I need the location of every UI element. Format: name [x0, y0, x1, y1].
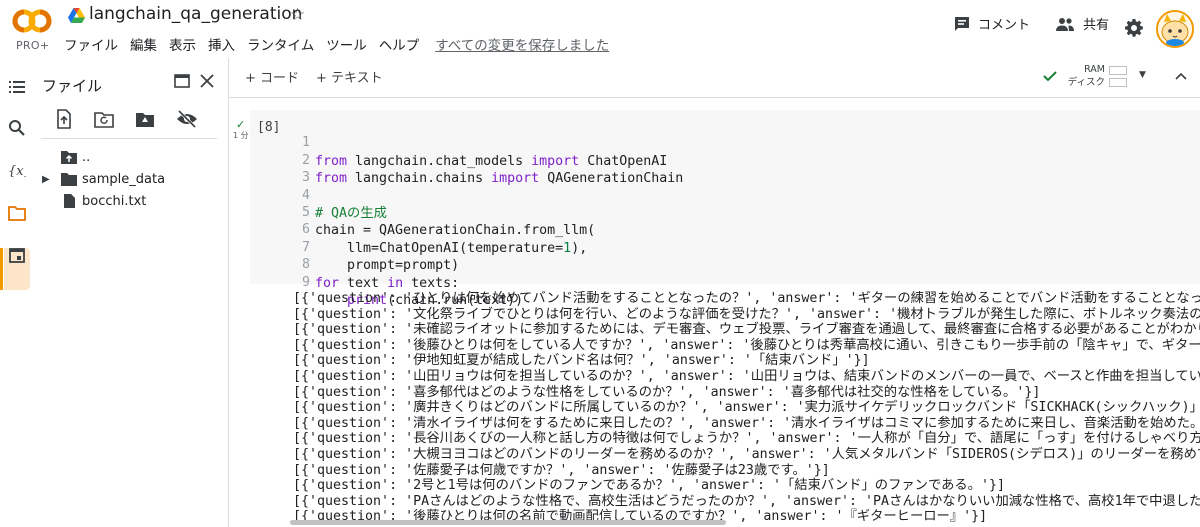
run-duration: 1 分 — [233, 131, 249, 140]
line-number: 8 — [301, 257, 310, 273]
menu-view[interactable]: 表示 — [169, 34, 196, 54]
output-line: [{'question': '廣井きくりはどのバンドに所属しているのか？', '… — [293, 400, 1200, 416]
comment-button[interactable]: コメント — [954, 14, 1030, 33]
output-line: [{'question': '長谷川あくびの一人称と話し方の特徴は何でしょうか？… — [293, 431, 1200, 447]
code-text: llm=ChatOpenAI(temperature=1), — [315, 240, 588, 256]
share-button[interactable]: 共有 — [1055, 14, 1109, 33]
code-line: 7 prompt=prompt) — [0, 222, 459, 273]
panel-title: ファイル — [42, 77, 103, 95]
line-number: 2 — [301, 152, 310, 168]
tree-item-sample-data[interactable]: ▶ sample_data — [33, 168, 229, 190]
output-line: [{'question': '佐藤愛子は何歳ですか？', 'answer': '… — [293, 462, 830, 478]
notebook-toolbar: + コード + テキスト RAM ディスク ▼ — [229, 58, 1200, 98]
runtime-dropdown-icon[interactable]: ▼ — [1139, 70, 1146, 80]
folder-icon — [61, 173, 77, 186]
cat-avatar-icon — [1158, 12, 1192, 46]
close-icon[interactable] — [199, 73, 215, 89]
code-text: chain = QAGenerationChain.from_llm( — [315, 223, 596, 239]
output-horizontal-scrollbar[interactable] — [290, 520, 726, 525]
code-comment: # QAの生成 — [315, 206, 387, 221]
mount-drive-icon[interactable] — [134, 108, 156, 130]
code-line: 2 from langchain.chains import QAGenerat… — [0, 135, 683, 186]
output-line: [{'question': 'PAさんはどのような性格で、高校生活はどうだったの… — [293, 493, 1200, 509]
tree-label-parent: .. — [82, 149, 91, 165]
menu-help[interactable]: ヘルプ — [379, 34, 420, 54]
code-line: 4 # QAの生成 — [0, 170, 387, 221]
resource-labels[interactable]: RAM ディスク — [1063, 63, 1105, 89]
colab-logo[interactable]: PRO+ — [12, 8, 52, 52]
output-line: [{'question': '伊地知虹夏が結成したバンド名は何？', 'answ… — [293, 353, 870, 369]
code-line: 5 chain = QAGenerationChain.from_llm( — [0, 188, 595, 238]
code-text: prompt=prompt) — [315, 258, 460, 274]
google-drive-icon[interactable] — [68, 8, 85, 23]
tree-label-bocchi: bocchi.txt — [82, 193, 147, 209]
share-label: 共有 — [1083, 18, 1110, 33]
disk-usage-bar[interactable] — [1109, 78, 1127, 87]
output-line: [{'question': '喜多郁代はどのような性格をしているのか？', 'a… — [293, 384, 1041, 400]
line-number: 1 — [301, 135, 310, 151]
code-line: 3 — [0, 153, 310, 185]
line-number: 7 — [301, 239, 310, 255]
output-line: [{'question': '山田リョウは何を担当しているのか？', 'answ… — [293, 369, 1200, 384]
tree-item-bocchi[interactable]: bocchi.txt — [33, 190, 229, 212]
parent-folder-icon — [61, 151, 77, 164]
menu-bar: ファイル 編集 表示 挿入 ランタイム ツール ヘルプ すべての変更を保存しまし… — [64, 34, 609, 54]
refresh-folder-icon[interactable] — [93, 108, 115, 130]
comment-label: コメント — [978, 18, 1031, 33]
menu-tools[interactable]: ツール — [326, 34, 367, 54]
code-line: 9 print(chain.run(text)) — [0, 257, 523, 308]
upload-file-icon[interactable] — [53, 108, 75, 130]
code-line: 1 from langchain.chat_models import Chat… — [0, 118, 667, 168]
plan-badge: PRO+ — [16, 39, 50, 52]
menu-edit[interactable]: 編集 — [130, 34, 157, 54]
add-text-button[interactable]: + テキスト — [316, 67, 383, 86]
collapse-header-icon[interactable] — [1175, 70, 1187, 82]
ram-label: RAM — [1084, 64, 1105, 75]
code-line: 6 llm=ChatOpenAI(temperature=1), — [0, 205, 587, 255]
output-line: [{'question': '清水イライザは何をするために来日したの？', 'a… — [293, 415, 1200, 431]
tree-label-sample-data: sample_data — [82, 171, 166, 187]
table-of-contents-icon[interactable] — [8, 78, 26, 96]
output-line: [{'question': '大槻ヨヨコはどのバンドのリーダーを務めるのか？',… — [293, 447, 1200, 462]
panel-divider — [41, 138, 217, 139]
line-number: 3 — [301, 170, 310, 186]
save-status[interactable]: すべての変更を保存しました — [435, 34, 609, 54]
file-icon — [64, 194, 75, 208]
people-icon — [1056, 17, 1074, 31]
line-number: 4 — [301, 187, 310, 203]
menu-file[interactable]: ファイル — [64, 34, 118, 54]
output-line: [{'question': '文化祭ライブでひとりは何を行い、どのような評価を受… — [293, 306, 1200, 322]
tree-item-parent[interactable]: .. — [33, 146, 229, 168]
line-number: 9 — [301, 274, 310, 290]
output-line: [{'question': '2号と1号は何のバンドのファンであるか？', 'a… — [293, 478, 1006, 494]
output-line: [{'question': '未確認ライオットに参加するためには、デモ審査、ウェ… — [293, 322, 1200, 338]
open-in-window-icon[interactable] — [174, 74, 190, 88]
disk-label: ディスク — [1067, 77, 1105, 88]
menu-runtime[interactable]: ランタイム — [247, 34, 314, 54]
output-line: [{'question': '後藤ひとりは何をしている人ですか？', 'answ… — [293, 337, 1200, 353]
line-number: 5 — [301, 205, 310, 220]
add-code-button[interactable]: + コード — [245, 67, 299, 86]
expand-caret-icon[interactable]: ▶ — [42, 174, 50, 185]
menu-insert[interactable]: 挿入 — [208, 34, 235, 54]
notebook-title[interactable]: langchain_qa_generation — [89, 4, 302, 24]
line-number: 6 — [301, 222, 310, 238]
code-text: for text in texts: — [315, 275, 460, 291]
user-avatar[interactable] — [1156, 10, 1194, 48]
connected-check-icon — [1043, 71, 1057, 82]
code-text: from langchain.chat_models import ChatOp… — [315, 153, 668, 169]
output-line: [{'question': 'ひとりは何を始めてバンド活動をすることとなったの？… — [293, 291, 1200, 306]
app-header: PRO+ langchain_qa_generation ☆ ファイル 編集 表… — [0, 0, 1200, 58]
code-text: from langchain.chains import QAGeneratio… — [315, 171, 684, 187]
gear-icon[interactable] — [1124, 18, 1144, 38]
execution-count: [8] — [257, 120, 281, 135]
cell-output: [{'question': 'ひとりは何を始めてバンド活動をすることとなったの？… — [293, 291, 1200, 527]
colab-co-mark — [12, 9, 52, 33]
code-line: 8 for text in texts: — [0, 240, 459, 290]
ram-usage-bar[interactable] — [1109, 66, 1127, 75]
file-panel: ファイル .. ▶ sample_data bocchi.txt — [33, 58, 229, 527]
star-icon[interactable]: ☆ — [290, 5, 305, 25]
comment-icon — [955, 16, 969, 31]
hide-files-icon[interactable] — [176, 108, 198, 130]
